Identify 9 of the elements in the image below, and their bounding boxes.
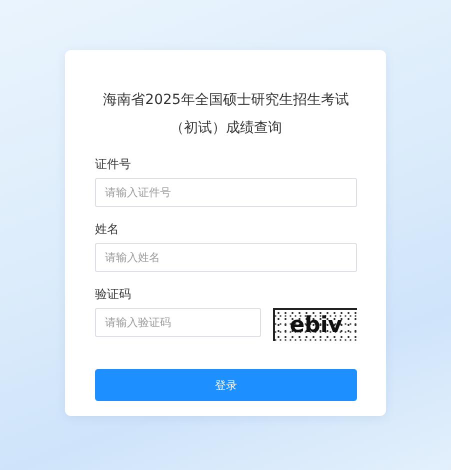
captcha-input[interactable]: 请输入验证码 — [95, 308, 261, 337]
page-title: 海南省2025年全国硕士研究生招生考试 — [103, 91, 349, 110]
captcha-image[interactable]: ebiv — [273, 308, 357, 341]
field-label: 验证码 — [95, 286, 131, 302]
field-label: 证件号 — [95, 156, 131, 172]
text-input[interactable]: 请输入证件号 — [95, 178, 357, 207]
text-input[interactable]: 请输入姓名 — [95, 243, 357, 272]
field-label: 姓名 — [95, 221, 119, 237]
page-title: （初试）成绩查询 — [170, 119, 282, 138]
